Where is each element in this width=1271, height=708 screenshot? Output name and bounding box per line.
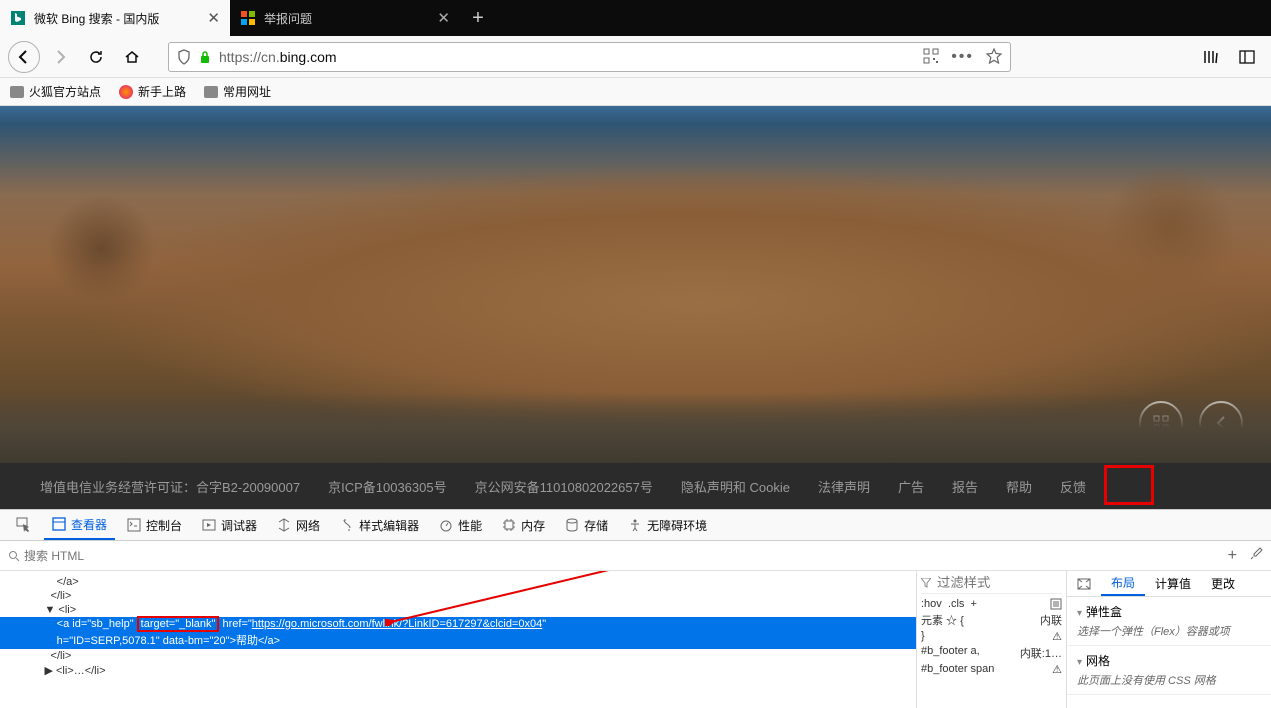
layout-tab-layout[interactable]: 布局: [1101, 571, 1145, 596]
footer-privacy[interactable]: 隐私声明和 Cookie: [681, 477, 790, 496]
footer-ads[interactable]: 广告: [898, 477, 924, 496]
add-node-button[interactable]: +: [1228, 547, 1237, 565]
dom-line[interactable]: ▼ <li>: [0, 603, 916, 617]
footer-icp[interactable]: 京ICP备10036305号: [328, 477, 447, 496]
footer-legal[interactable]: 法律声明: [818, 477, 870, 496]
add-rule-button[interactable]: +: [971, 598, 977, 610]
footer-help[interactable]: 帮助: [1006, 477, 1032, 496]
hero-menu-button[interactable]: [1139, 401, 1183, 445]
devtools-tab-performance[interactable]: 性能: [431, 510, 490, 540]
devtools-toolbar: 查看器 控制台 调试器 网络 样式编辑器 性能 内存 存储 无障碍环境: [0, 509, 1271, 541]
devtools-search-bar: +: [0, 541, 1271, 571]
ms-favicon: [240, 10, 256, 26]
firefox-icon: [119, 85, 133, 99]
dom-line[interactable]: ▶ <li>…</li>: [0, 663, 916, 678]
devtools-tab-style[interactable]: 样式编辑器: [332, 510, 427, 540]
layout-tabs: 布局 计算值 更改: [1067, 571, 1271, 597]
lock-icon[interactable]: [199, 50, 211, 64]
browser-nav-bar: https://cn.bing.com •••: [0, 36, 1271, 78]
qr-icon[interactable]: [923, 48, 939, 66]
css-rule[interactable]: 元素 ☆ {内联: [921, 611, 1062, 629]
dom-line-selected[interactable]: <a id="sb_help" target="_blank" href="ht…: [0, 617, 916, 631]
show-boxmodel-button[interactable]: [1067, 571, 1101, 596]
css-rules-pane[interactable]: :hov .cls + 元素 ☆ {内联 }⚠ #b_footer a,内联:1…: [916, 571, 1066, 708]
style-filter-input[interactable]: [937, 575, 997, 590]
tracking-shield-icon[interactable]: [177, 49, 191, 65]
devtools-body: </a> </li> ▼ <li> <a id="sb_help" target…: [0, 571, 1271, 708]
hero-prev-button[interactable]: [1199, 401, 1243, 445]
devtools-tab-debugger[interactable]: 调试器: [194, 510, 265, 540]
reload-button[interactable]: [80, 41, 112, 73]
bookmarks-toolbar: 火狐官方站点 新手上路 常用网址: [0, 78, 1271, 106]
footer-gongan[interactable]: 京公网安备11010802022657号: [475, 477, 653, 496]
stylesheet-button[interactable]: [1050, 598, 1062, 610]
dom-line[interactable]: </li>: [0, 589, 916, 603]
css-rule[interactable]: #b_footer span⚠: [921, 662, 1062, 677]
back-button[interactable]: [8, 41, 40, 73]
annotation-highlight-box: [1104, 465, 1154, 505]
hov-toggle[interactable]: :hov: [921, 598, 942, 610]
bookmark-star-icon[interactable]: [986, 48, 1002, 66]
devtools-tab-inspector[interactable]: 查看器: [44, 510, 115, 540]
footer-license: 增值电信业务经营许可证：合字B2-20090007: [40, 477, 300, 496]
footer-report[interactable]: 报告: [952, 477, 978, 496]
devtools-tab-accessibility[interactable]: 无障碍环境: [620, 510, 715, 540]
devtools-tab-storage[interactable]: 存储: [557, 510, 616, 540]
annotation-attr-box: target="_blank": [137, 616, 220, 632]
bookmark-item[interactable]: 火狐官方站点: [10, 83, 101, 100]
layout-grid-section[interactable]: ▾网格 此页面上没有使用 CSS 网格: [1067, 646, 1271, 695]
bing-favicon: [10, 10, 26, 26]
homepage-hero-image: [0, 106, 1271, 463]
library-button[interactable]: [1195, 41, 1227, 73]
devtools-tab-memory[interactable]: 内存: [494, 510, 553, 540]
devtools-tab-console[interactable]: 控制台: [119, 510, 190, 540]
url-text: https://cn.bing.com: [219, 49, 337, 65]
css-rule[interactable]: }⚠: [921, 629, 1062, 644]
layout-tab-changes[interactable]: 更改: [1201, 571, 1245, 596]
dom-line-selected[interactable]: h="ID=SERP,5078.1" data-bm="20">帮助</a>: [0, 631, 916, 649]
browser-tab-active[interactable]: 微软 Bing 搜索 - 国内版 ✕: [0, 0, 230, 36]
forward-button[interactable]: [44, 41, 76, 73]
filter-icon: [921, 578, 931, 588]
folder-icon: [204, 86, 218, 98]
footer-feedback[interactable]: 反馈: [1060, 477, 1086, 496]
new-tab-button[interactable]: +: [460, 0, 496, 36]
tab-title: 举报问题: [264, 10, 312, 27]
page-actions-icon[interactable]: •••: [951, 48, 974, 66]
layout-pane: 布局 计算值 更改 ▾弹性盒 选择一个弹性（Flex）容器或项 ▾网格 此页面上…: [1066, 571, 1271, 708]
browser-tab[interactable]: 举报问题 ✕: [230, 0, 460, 36]
close-icon[interactable]: ✕: [207, 9, 220, 27]
css-rule[interactable]: #b_footer a,内联:1…: [921, 644, 1062, 662]
dom-line[interactable]: </li>: [0, 649, 916, 663]
dom-line[interactable]: </a>: [0, 575, 916, 589]
url-bar[interactable]: https://cn.bing.com •••: [168, 42, 1011, 72]
home-button[interactable]: [116, 41, 148, 73]
warning-icon: ⚠: [1052, 663, 1062, 676]
sidebar-button[interactable]: [1231, 41, 1263, 73]
layout-tab-computed[interactable]: 计算值: [1145, 571, 1201, 596]
bookmark-item[interactable]: 新手上路: [119, 83, 186, 100]
tab-title: 微软 Bing 搜索 - 国内版: [34, 10, 159, 27]
devtools-tab-network[interactable]: 网络: [269, 510, 328, 540]
chevron-down-icon: ▾: [1077, 608, 1082, 619]
folder-icon: [10, 86, 24, 98]
browser-tab-strip: 微软 Bing 搜索 - 国内版 ✕ 举报问题 ✕ +: [0, 0, 1271, 36]
layout-flexbox-section[interactable]: ▾弹性盒 选择一个弹性（Flex）容器或项: [1067, 597, 1271, 646]
chevron-down-icon: ▾: [1077, 657, 1082, 668]
devtools-inspect-toggle[interactable]: [8, 510, 40, 540]
bookmark-item[interactable]: 常用网址: [204, 83, 271, 100]
cls-toggle[interactable]: .cls: [948, 598, 965, 610]
dom-tree-pane[interactable]: </a> </li> ▼ <li> <a id="sb_help" target…: [0, 571, 916, 708]
eyedropper-button[interactable]: [1249, 547, 1263, 565]
html-search-input[interactable]: [24, 549, 224, 563]
warning-icon: ⚠: [1052, 630, 1062, 643]
search-icon: [8, 550, 20, 562]
page-footer: 增值电信业务经营许可证：合字B2-20090007 京ICP备10036305号…: [0, 463, 1271, 509]
close-icon[interactable]: ✕: [437, 9, 450, 27]
css-rules-toolbar: :hov .cls +: [921, 597, 1062, 611]
